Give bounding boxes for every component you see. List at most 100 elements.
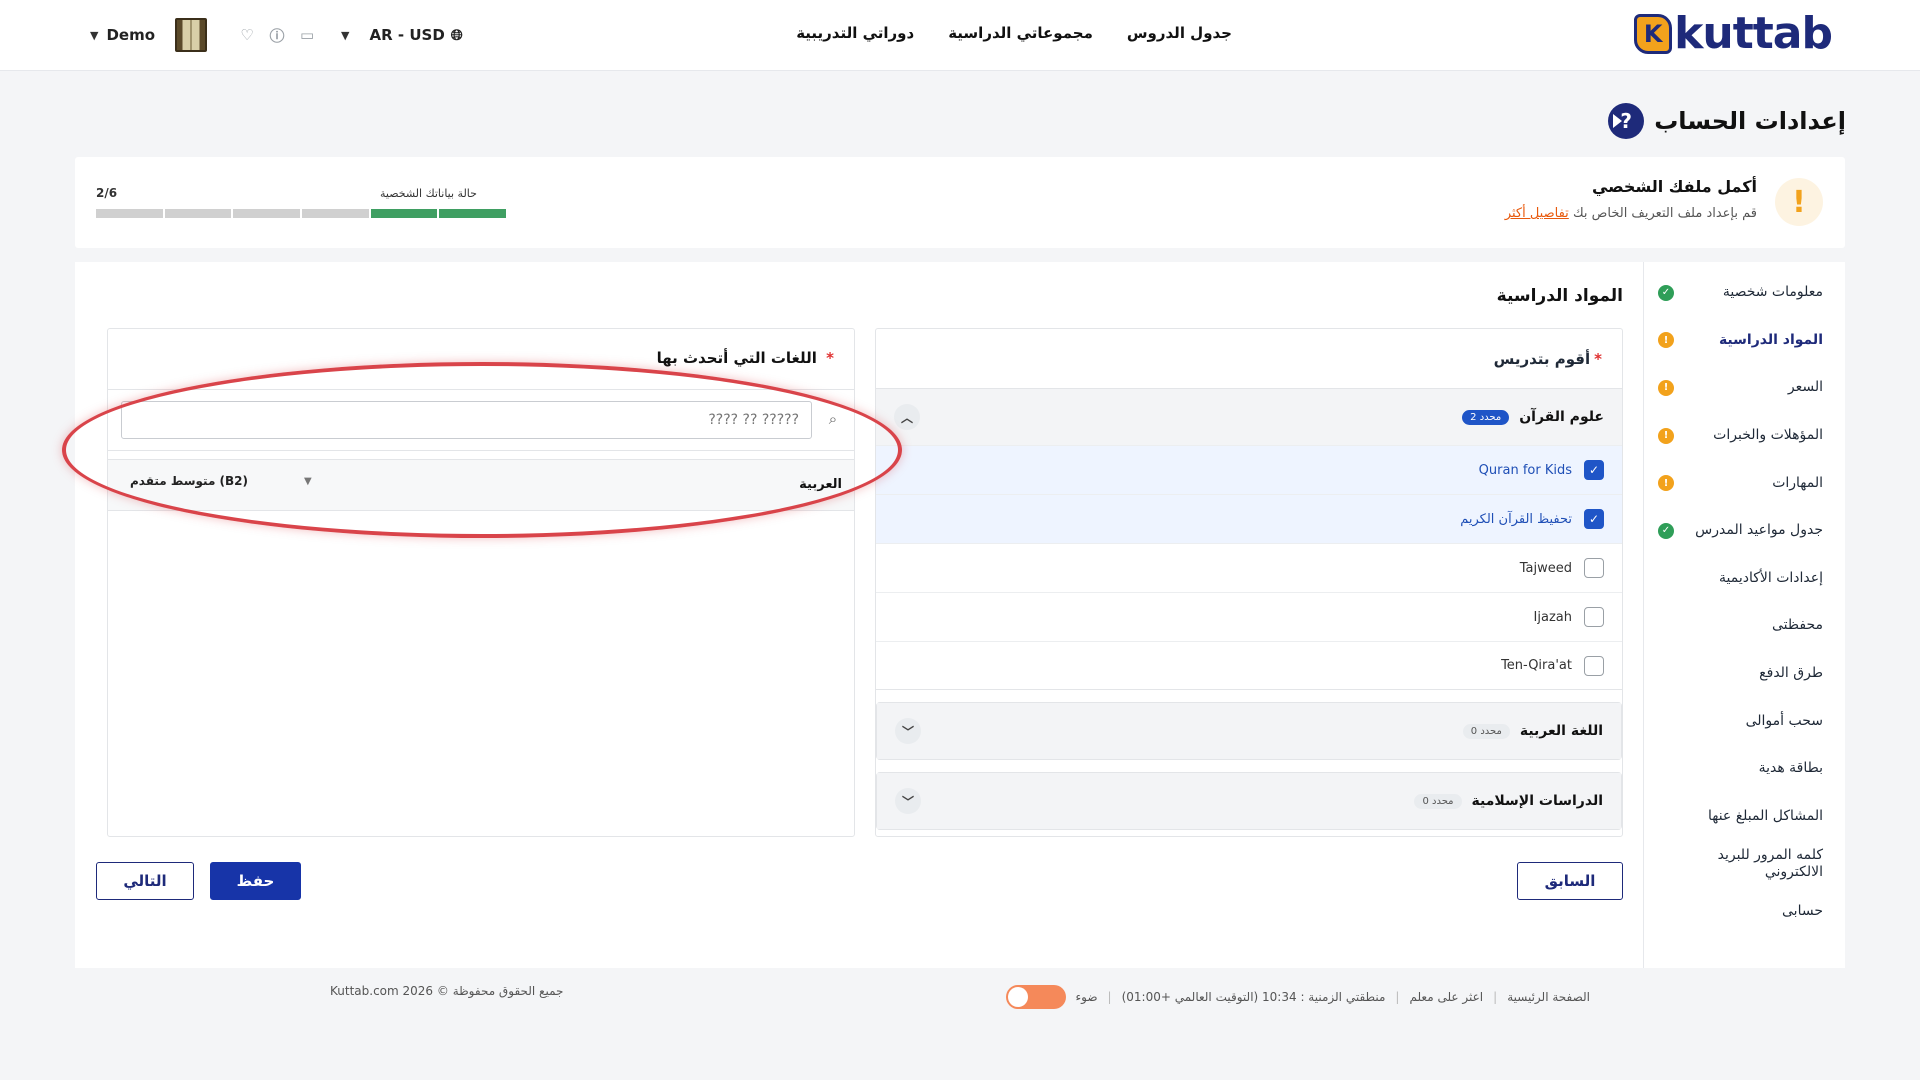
kuttab-logo[interactable]: K kuttab [1634,8,1833,59]
warning-exclamation-icon: ! [1775,178,1823,226]
sidebar-item-reported-issues[interactable]: المشاكل المبلغ عنها [1644,793,1845,841]
sidebar-item-label: طرق الدفع [1759,665,1823,682]
status-warning-icon: ! [1658,332,1674,349]
user-name[interactable]: Demo [106,26,155,44]
sidebar-item-qualifications[interactable]: المؤهلات والخبرات! [1644,412,1845,460]
sidebar-item-label: إعدادات الأكاديمية [1719,569,1823,586]
subject-label: Ijazah [1533,609,1572,625]
language-level-value: متوسط متقدم (B2) [130,474,249,488]
subject-option[interactable]: ✓ تحفيظ القرآن الكريم [876,494,1622,543]
checkbox[interactable] [1584,558,1604,578]
footer-separator: | [1395,990,1400,1004]
profile-status-label: حالة بياناتك الشخصية [380,187,477,200]
checkbox-checked[interactable]: ✓ [1584,460,1604,480]
nav-training-courses[interactable]: دوراتي التدريبية [796,24,914,42]
sidebar-item-gift-card[interactable]: بطاقة هدية [1644,745,1845,793]
footer-separator: | [1493,990,1498,1004]
profile-completion-card: ! أكمل ملفك الشخصي قم بإعداد ملف التعريف… [75,157,1845,248]
sidebar-item-label: كلمه المرور للبريد الالكتروني [1717,846,1823,880]
chevron-down-icon[interactable]: ﹀ [895,788,921,814]
sidebar-item-label: حسابى [1782,903,1823,920]
language-search-input[interactable] [121,401,812,439]
page-title: إعدادات الحساب [1654,107,1846,135]
accordion-header-arabic[interactable]: اللغة العربية 0 محدد ﹀ [877,703,1621,759]
profile-progress-bar [96,209,507,218]
required-mark: * [826,349,834,367]
sidebar-item-withdraw-funds[interactable]: سحب أموالى [1644,697,1845,745]
sidebar-item-skills[interactable]: المهارات! [1644,459,1845,507]
chevron-up-icon[interactable]: ︿ [894,404,920,430]
progress-segment [233,209,301,218]
sidebar-item-price[interactable]: السعر! [1644,364,1845,412]
theme-toggle[interactable] [1005,985,1066,1009]
messages-chat-icon[interactable]: ▭ [297,25,317,45]
currency-language-selector[interactable]: ▼ AR - USD 🌐︎ [341,26,463,44]
checkbox[interactable] [1584,607,1604,627]
checkbox-checked[interactable]: ✓ [1584,509,1604,529]
chevron-down-icon[interactable]: ﹀ [895,718,921,744]
top-header: K kuttab جدول الدروس مجموعاتي الدراسية د… [0,0,1920,71]
save-button[interactable]: حفظ [210,862,301,900]
help-video-icon[interactable]: ? [1608,103,1645,139]
status-warning-icon: ! [1658,427,1674,444]
sidebar-item-label: المواد الدراسية [1718,331,1823,348]
profile-card-title: أكمل ملفك الشخصي [1591,177,1757,196]
sidebar-item-wallet[interactable]: محفظتى [1644,602,1845,650]
sidebar-item-teacher-schedule[interactable]: جدول مواعيد المدرس ✓ [1644,507,1845,555]
sidebar-item-personal-info[interactable]: معلومات شخصية ✓ [1644,269,1845,317]
subject-option[interactable]: Ten-Qira'at [876,641,1622,690]
search-icon: ⌕ [828,410,838,428]
favorites-heart-icon[interactable]: ♡ [237,25,257,45]
sidebar-item-label: محفظتى [1772,617,1823,634]
checkbox[interactable] [1584,655,1604,676]
subjects-header: أقوم بتدريس * [876,329,1622,389]
footer-find-teacher-link[interactable]: اعثر على معلم [1409,990,1483,1004]
selected-count-badge: 2 محدد [1462,409,1510,425]
nav-lessons-schedule[interactable]: جدول الدروس [1127,24,1232,42]
accordion-arabic-language: اللغة العربية 0 محدد ﹀ [876,702,1622,760]
status-check-icon: ✓ [1658,284,1674,301]
page-title-row: إعدادات الحساب ? [1608,103,1846,139]
sidebar-item-academy-settings[interactable]: إعدادات الأكاديمية [1644,555,1845,603]
sidebar-item-email-password[interactable]: كلمه المرور للبريد الالكتروني [1644,840,1845,888]
accordion-header-islamic[interactable]: الدراسات الإسلامية 0 محدد ﹀ [877,773,1621,829]
logo-text: kuttab [1674,8,1833,59]
next-button[interactable]: التالي [96,862,194,900]
group-name: اللغة العربية [1519,723,1603,739]
subject-option[interactable]: ✓ Quran for Kids [876,445,1622,494]
sidebar-item-label: معلومات شخصية [1722,284,1823,301]
more-details-link[interactable]: تفاصيل أكثر [1505,206,1569,221]
user-menu-chevron-icon[interactable]: ▼ [90,29,98,42]
footer-copyright: Kuttab.com 2026 © جميع الحقوق محفوظة [330,984,564,998]
subjects-title: أقوم بتدريس [1493,349,1591,368]
sidebar-item-label: المؤهلات والخبرات [1713,427,1823,444]
settings-sidebar: معلومات شخصية ✓ المواد الدراسية! السعر! المؤ… [1643,262,1845,968]
language-level-select[interactable]: متوسط متقدم (B2) ▼ [130,474,312,488]
subjects-panel: أقوم بتدريس * علوم القرآن 2 محدد ︿ ✓ Qur… [875,328,1623,837]
sidebar-item-label: جدول مواعيد المدرس [1695,522,1823,539]
footer-links: الصفحة الرئيسية | اعثر على معلم | منطقتي… [1005,985,1590,1009]
subject-option[interactable]: Ijazah [876,592,1622,641]
subject-label: تحفيظ القرآن الكريم [1460,511,1572,527]
nav-study-groups[interactable]: مجموعاتي الدراسية [948,24,1093,42]
subject-label: Tajweed [1519,560,1572,576]
sidebar-item-my-account[interactable]: حسابى [1644,888,1845,936]
sidebar-item-label: المهارات [1772,474,1823,491]
sidebar-item-label: السعر [1787,379,1823,396]
section-title: المواد الدراسية [1496,286,1623,306]
progress-segment [164,209,232,218]
accordion-header-quran[interactable]: علوم القرآن 2 محدد ︿ [876,389,1622,445]
sidebar-item-subjects[interactable]: المواد الدراسية! [1644,317,1845,365]
footer: الصفحة الرئيسية | اعثر على معلم | منطقتي… [0,982,1920,1009]
status-check-icon: ✓ [1658,522,1674,539]
group-name: علوم القرآن [1519,409,1604,425]
footer-home-link[interactable]: الصفحة الرئيسية [1507,990,1590,1004]
previous-button[interactable]: السابق [1517,862,1623,900]
currency-label: AR - USD [369,26,445,44]
avatar[interactable] [175,18,208,52]
help-question-icon[interactable]: ⓘ [267,25,287,45]
sidebar-item-payment-methods[interactable]: طرق الدفع [1644,650,1845,698]
subject-option[interactable]: Tajweed [876,543,1622,592]
globe-icon: 🌐︎ [450,26,463,44]
footer-light-label: ضوء [1075,990,1098,1004]
